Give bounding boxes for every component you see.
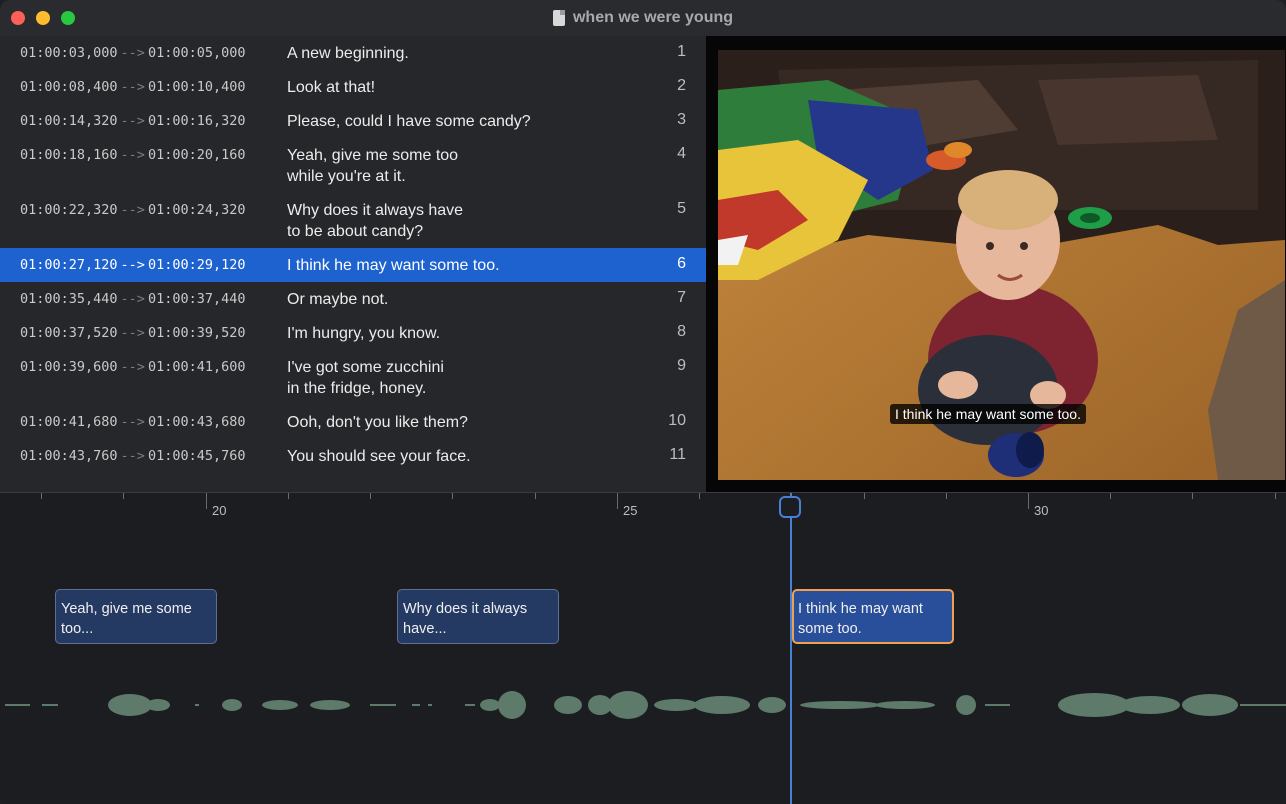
- subtitle-text: I've got some zucchini in the fridge, ho…: [287, 359, 444, 397]
- subtitle-text: You should see your face.: [287, 448, 471, 465]
- subtitle-text: Yeah, give me some too while you're at i…: [287, 147, 459, 185]
- subtitle-number: 11: [669, 446, 686, 463]
- subtitle-row-selected[interactable]: 01:00:27,120 --> 01:00:29,120 I think he m…: [0, 248, 706, 282]
- subtitle-number: 5: [677, 200, 686, 217]
- arrow-icon: -->: [120, 291, 145, 307]
- arrow-icon: -->: [120, 147, 145, 163]
- subtitle-text: Ooh, don't you like them?: [287, 414, 468, 431]
- audio-waveform: [5, 691, 1286, 719]
- subtitle-row[interactable]: 01:00:41,680 --> 01:00:43,680 Ooh, don't y…: [0, 405, 706, 439]
- subtitle-row[interactable]: 01:00:18,160 --> 01:00:20,160 Yeah, give m…: [0, 138, 706, 193]
- timeline-label-25: 25: [623, 503, 638, 518]
- timeline-label-20: 20: [212, 503, 227, 518]
- timeline-subtitle-block[interactable]: Why does it always have...: [397, 589, 559, 644]
- timecode: 01:00:14,320 --> 01:00:16,320: [20, 113, 246, 129]
- window-title: when we were young: [572, 9, 734, 26]
- subtitle-number: 8: [677, 323, 686, 340]
- arrow-icon: -->: [120, 113, 145, 129]
- subtitle-text: I think he may want some too.: [287, 257, 500, 274]
- subtitle-list: 01:00:03,000 --> 01:00:05,000 A new beginn…: [0, 36, 706, 492]
- timecode: 01:00:43,760 --> 01:00:45,760: [20, 448, 246, 464]
- arrow-icon: -->: [120, 359, 145, 375]
- subtitle-text: Or maybe not.: [287, 291, 389, 308]
- app-window: when we were young 01:00:03,000 --> 01:00:…: [0, 0, 1286, 804]
- subtitle-row[interactable]: 01:00:03,000 --> 01:00:05,000 A new beginn…: [0, 36, 706, 70]
- document-icon: [552, 10, 565, 26]
- arrow-icon: -->: [120, 45, 145, 61]
- timeline-subtitle-block[interactable]: Yeah, give me some too...: [55, 589, 217, 644]
- timecode: 01:00:41,680 --> 01:00:43,680: [20, 414, 246, 430]
- subtitle-number: 3: [677, 111, 686, 128]
- timecode: 01:00:39,600 --> 01:00:41,600: [20, 359, 246, 375]
- subtitle-number: 7: [677, 289, 686, 306]
- timecode: 01:00:08,400 --> 01:00:10,400: [20, 79, 246, 95]
- subtitle-number: 2: [677, 77, 686, 94]
- title-bar: when we were young: [0, 0, 1286, 36]
- subtitle-text: A new beginning.: [287, 45, 409, 62]
- subtitle-row[interactable]: 01:00:39,600 --> 01:00:41,600 I've got som…: [0, 350, 706, 405]
- timeline-label-30: 30: [1034, 503, 1049, 518]
- subtitle-row[interactable]: 01:00:08,400 --> 01:00:10,400 Look at that…: [0, 70, 706, 104]
- subtitle-row[interactable]: 01:00:14,320 --> 01:00:16,320 Please, coul…: [0, 104, 706, 138]
- timecode: 01:00:35,440 --> 01:00:37,440: [20, 291, 246, 307]
- subtitle-row[interactable]: 01:00:43,760 --> 01:00:45,760 You should s…: [0, 439, 706, 473]
- subtitle-row[interactable]: 01:00:35,440 --> 01:00:37,440 Or maybe not…: [0, 282, 706, 316]
- arrow-icon: -->: [120, 325, 145, 341]
- subtitle-number: 10: [668, 412, 686, 429]
- timecode: 01:00:27,120 --> 01:00:29,120: [20, 257, 246, 273]
- timecode: 01:00:03,000 --> 01:00:05,000: [20, 45, 246, 61]
- arrow-icon: -->: [120, 414, 145, 430]
- arrow-icon: -->: [120, 202, 145, 218]
- subtitle-row[interactable]: 01:00:37,520 --> 01:00:39,520 I'm hungry, …: [0, 316, 706, 350]
- timecode: 01:00:22,320 --> 01:00:24,320: [20, 202, 246, 218]
- subtitle-number: 6: [677, 255, 686, 272]
- subtitle-text: Please, could I have some candy?: [287, 113, 531, 130]
- timecode: 01:00:37,520 --> 01:00:39,520: [20, 325, 246, 341]
- subtitle-row[interactable]: 01:00:22,320 --> 01:00:24,320 Why does it …: [0, 193, 706, 248]
- timeline-subtitle-block-active[interactable]: I think he may want some too.: [792, 589, 954, 644]
- playhead-handle[interactable]: [779, 496, 801, 518]
- timecode: 01:00:18,160 --> 01:00:20,160: [20, 147, 246, 163]
- window-title-area: when we were young: [0, 0, 1286, 36]
- subtitle-text: I'm hungry, you know.: [287, 325, 441, 342]
- arrow-icon: -->: [120, 257, 145, 273]
- subtitle-text: Why does it always have to be about cand…: [287, 202, 464, 240]
- subtitle-number: 4: [677, 145, 686, 162]
- arrow-icon: -->: [120, 79, 145, 95]
- subtitle-number: 1: [677, 43, 686, 60]
- timeline[interactable]: 20 25 30 Yeah, give me some too... Why d…: [0, 492, 1286, 804]
- subtitle-text: Look at that!: [287, 79, 376, 96]
- arrow-icon: -->: [120, 448, 145, 464]
- subtitle-number: 9: [677, 357, 686, 374]
- playhead-line[interactable]: [790, 493, 792, 804]
- video-subtitle-caption: I think he may want some too.: [890, 404, 1086, 424]
